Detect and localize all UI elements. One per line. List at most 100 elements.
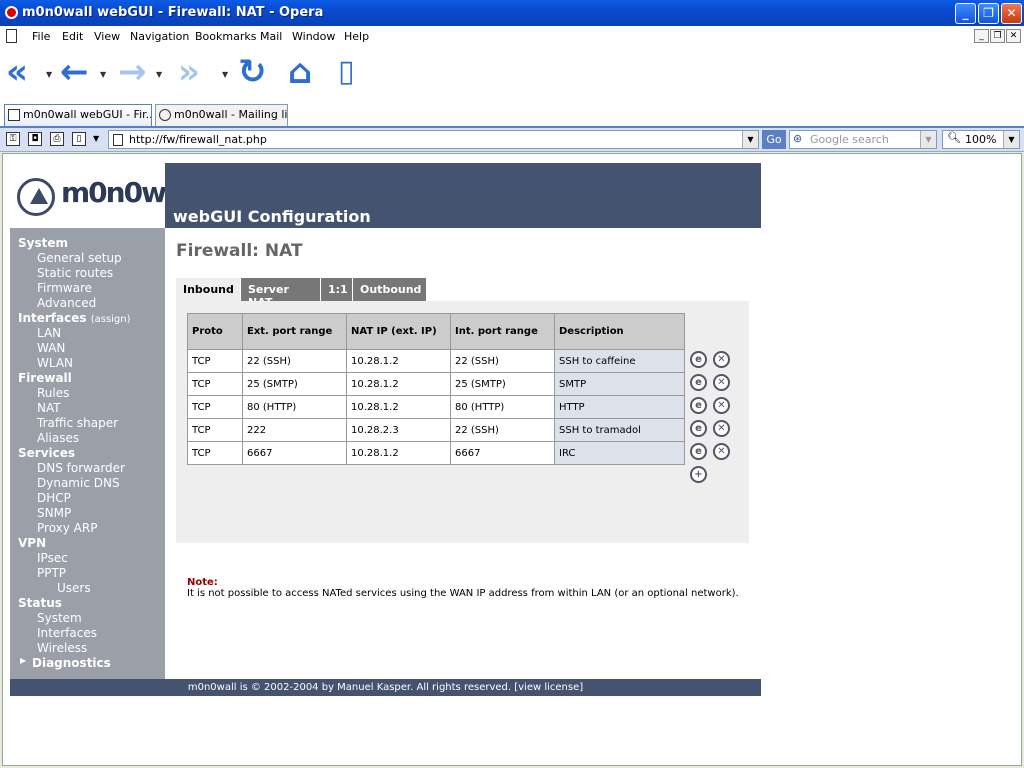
cell-nat-ip: 10.28.1.2 bbox=[346, 395, 451, 419]
table-row[interactable]: TCP 22 (SSH) 10.28.1.2 22 (SSH) SSH to c… bbox=[187, 349, 685, 373]
print-icon[interactable]: ⎙ bbox=[50, 132, 64, 146]
page-icon[interactable]: ▯ bbox=[72, 132, 86, 146]
browser-window: m0n0wall webGUI - Firewall: NAT - Opera … bbox=[0, 0, 1024, 768]
tab-mailing-lists[interactable]: m0n0wall - Mailing lists bbox=[155, 104, 288, 126]
sidebar-item-rules[interactable]: Rules bbox=[37, 386, 69, 400]
rewind-icon[interactable]: « bbox=[6, 52, 28, 92]
column-header-proto: Proto bbox=[187, 313, 243, 350]
forward-dropdown-icon[interactable]: ▼ bbox=[156, 70, 162, 79]
expand-arrow-icon[interactable]: ▶ bbox=[20, 656, 26, 665]
mdi-minimize-button[interactable]: _ bbox=[974, 29, 989, 43]
menu-mail[interactable]: Mail bbox=[260, 30, 282, 43]
sidebar-item-wan[interactable]: WAN bbox=[37, 341, 65, 355]
fast-forward-icon[interactable]: » bbox=[178, 52, 200, 92]
minimize-button[interactable]: _ bbox=[955, 3, 976, 24]
sidebar-heading-diagnostics[interactable]: Diagnostics bbox=[32, 656, 111, 670]
address-input[interactable]: http://fw/firewall_nat.php ▼ bbox=[108, 130, 759, 149]
mdi-close-button[interactable]: ✕ bbox=[1006, 29, 1021, 43]
edit-icon[interactable]: e bbox=[690, 443, 707, 460]
menu-view[interactable]: View bbox=[94, 30, 120, 43]
fast-forward-dropdown-icon[interactable]: ▼ bbox=[222, 70, 228, 79]
tab-server-nat[interactable]: Server NAT bbox=[241, 278, 320, 309]
forward-icon[interactable]: → bbox=[118, 52, 147, 92]
delete-icon[interactable]: ✕ bbox=[713, 420, 730, 437]
sidebar-item-pptp[interactable]: PPTP bbox=[37, 566, 66, 580]
sidebar-item-nat[interactable]: NAT bbox=[37, 401, 61, 415]
menu-edit[interactable]: Edit bbox=[62, 30, 83, 43]
mdi-restore-button[interactable]: ❐ bbox=[990, 29, 1005, 43]
edit-icon[interactable]: e bbox=[690, 397, 707, 414]
cell-int-port: 80 (HTTP) bbox=[450, 395, 555, 419]
chevron-down-icon[interactable]: ▼ bbox=[93, 134, 99, 143]
cell-nat-ip: 10.28.2.3 bbox=[346, 418, 451, 442]
search-dropdown-icon[interactable]: ▼ bbox=[920, 131, 936, 148]
menu-file[interactable]: File bbox=[32, 30, 50, 43]
sidebar-item-ipsec[interactable]: IPsec bbox=[37, 551, 68, 565]
reload-icon[interactable]: ↻ bbox=[238, 52, 267, 92]
sidebar-item-dynamic-dns[interactable]: Dynamic DNS bbox=[37, 476, 120, 490]
back-icon[interactable]: ← bbox=[60, 52, 89, 92]
cell-description: SSH to tramadol bbox=[554, 418, 685, 442]
delete-icon[interactable]: ✕ bbox=[713, 397, 730, 414]
sidebar-item-traffic-shaper[interactable]: Traffic shaper bbox=[37, 416, 118, 430]
table-row[interactable]: TCP 6667 10.28.1.2 6667 IRC bbox=[187, 441, 685, 465]
zoom-dropdown-icon[interactable]: ▼ bbox=[1003, 131, 1019, 148]
table-row[interactable]: TCP 25 (SMTP) 10.28.1.2 25 (SMTP) SMTP bbox=[187, 372, 685, 396]
sidebar-item-dhcp[interactable]: DHCP bbox=[37, 491, 71, 505]
cell-proto: TCP bbox=[187, 349, 243, 373]
sidebar-item-advanced[interactable]: Advanced bbox=[37, 296, 96, 310]
home-icon[interactable]: ⌂ bbox=[288, 52, 312, 92]
new-page-icon[interactable]: ▯ bbox=[338, 52, 355, 92]
header-bar: webGUI Configuration bbox=[165, 163, 761, 228]
sidebar-item-general-setup[interactable]: General setup bbox=[37, 251, 122, 265]
edit-icon[interactable]: e bbox=[690, 420, 707, 437]
security-icon[interactable]: ⚿ bbox=[6, 132, 20, 146]
go-button[interactable]: Go bbox=[762, 130, 786, 149]
note-label: Note: bbox=[187, 577, 218, 588]
window-title: m0n0wall webGUI - Firewall: NAT - Opera bbox=[22, 5, 324, 20]
table-header-row: Proto Ext. port range NAT IP (ext. IP) I… bbox=[187, 313, 685, 350]
tab-outbound[interactable]: Outbound bbox=[353, 278, 426, 301]
sidebar-item-aliases[interactable]: Aliases bbox=[37, 431, 79, 445]
sidebar-item-status-system[interactable]: System bbox=[37, 611, 82, 625]
menu-bookmarks[interactable]: Bookmarks bbox=[195, 30, 256, 43]
delete-icon[interactable]: ✕ bbox=[713, 374, 730, 391]
address-dropdown-icon[interactable]: ▼ bbox=[742, 131, 758, 148]
cell-int-port: 22 (SSH) bbox=[450, 418, 555, 442]
assign-link[interactable]: (assign) bbox=[91, 314, 131, 325]
cell-proto: TCP bbox=[187, 395, 243, 419]
sidebar-heading-interfaces[interactable]: Interfaces (assign) bbox=[18, 311, 131, 325]
menu-help[interactable]: Help bbox=[344, 30, 369, 43]
sidebar-item-snmp[interactable]: SNMP bbox=[37, 506, 71, 520]
sidebar-item-firmware[interactable]: Firmware bbox=[37, 281, 92, 295]
tab-m0n0wall-webgui[interactable]: m0n0wall webGUI - Fir... bbox=[4, 104, 152, 126]
snapshot-icon[interactable]: ◘ bbox=[28, 132, 42, 146]
table-row[interactable]: TCP 222 10.28.2.3 22 (SSH) SSH to tramad… bbox=[187, 418, 685, 442]
close-button[interactable]: ✕ bbox=[1001, 3, 1022, 24]
delete-icon[interactable]: ✕ bbox=[713, 443, 730, 460]
maximize-button[interactable]: ❐ bbox=[978, 3, 999, 24]
tab-inbound[interactable]: Inbound bbox=[176, 278, 240, 301]
sidebar-item-status-wireless[interactable]: Wireless bbox=[37, 641, 87, 655]
zoom-select[interactable]: 🔍︎ 100% ▼ bbox=[942, 130, 1020, 149]
sidebar-item-status-interfaces[interactable]: Interfaces bbox=[37, 626, 97, 640]
delete-icon[interactable]: ✕ bbox=[713, 351, 730, 368]
menu-window[interactable]: Window bbox=[292, 30, 335, 43]
menu-navigation[interactable]: Navigation bbox=[130, 30, 189, 43]
row-actions: e ✕ bbox=[690, 397, 736, 414]
add-icon[interactable]: + bbox=[690, 466, 707, 483]
tab-one-to-one[interactable]: 1:1 bbox=[321, 278, 352, 301]
back-dropdown-icon[interactable]: ▼ bbox=[100, 70, 106, 79]
rewind-dropdown-icon[interactable]: ▼ bbox=[46, 70, 52, 79]
sidebar-item-wlan[interactable]: WLAN bbox=[37, 356, 73, 370]
sidebar-item-static-routes[interactable]: Static routes bbox=[37, 266, 113, 280]
sidebar-item-proxy-arp[interactable]: Proxy ARP bbox=[37, 521, 97, 535]
edit-icon[interactable]: e bbox=[690, 374, 707, 391]
sidebar-item-lan[interactable]: LAN bbox=[37, 326, 61, 340]
table-row[interactable]: TCP 80 (HTTP) 10.28.1.2 80 (HTTP) HTTP bbox=[187, 395, 685, 419]
edit-icon[interactable]: e bbox=[690, 351, 707, 368]
cell-ext-port: 6667 bbox=[242, 441, 347, 465]
sidebar-item-users[interactable]: Users bbox=[57, 581, 91, 595]
search-input[interactable]: ⊛ Google search ▼ bbox=[789, 130, 937, 149]
sidebar-item-dns-forwarder[interactable]: DNS forwarder bbox=[37, 461, 125, 475]
